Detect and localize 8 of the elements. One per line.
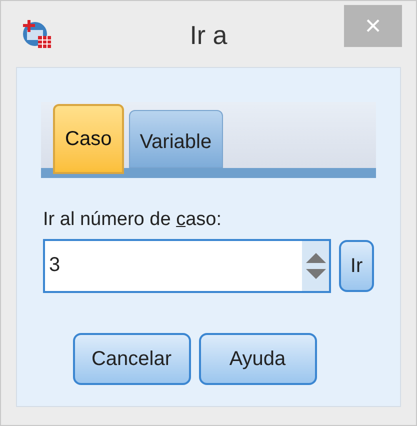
tab[interactable]: Variable: [128, 110, 223, 168]
tab[interactable]: Caso: [53, 104, 124, 174]
window-title: Ir a: [190, 18, 228, 52]
dialog-button[interactable]: Ayuda: [198, 332, 316, 384]
field-label: Ir al número de caso:: [43, 208, 222, 232]
dialog-button[interactable]: Cancelar: [72, 332, 190, 384]
go-button[interactable]: Ir: [339, 240, 374, 292]
table-app-icon: [21, 18, 53, 50]
